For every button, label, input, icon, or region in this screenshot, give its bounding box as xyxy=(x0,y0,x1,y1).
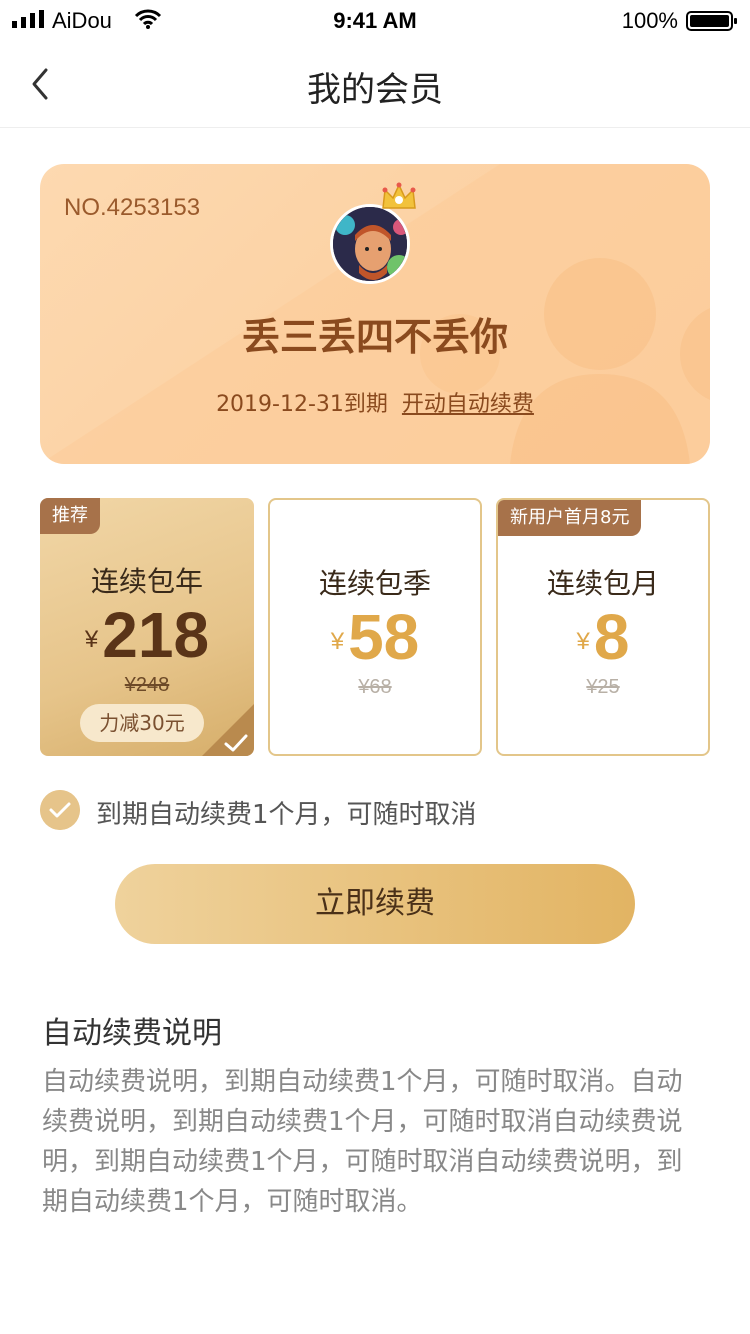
nav-bar: 我的会员 xyxy=(0,40,750,128)
member-name: 丢三丢四不丢你 xyxy=(241,315,508,359)
plan-name: 连续包月 xyxy=(546,567,659,600)
battery-icon xyxy=(686,11,737,31)
explain-title: 自动续费说明 xyxy=(42,1016,222,1051)
avatar[interactable] xyxy=(330,204,410,284)
price-amount: 218 xyxy=(102,599,210,671)
plan-price: ¥8 xyxy=(498,600,708,674)
plan-quarterly[interactable]: 连续包季 ¥58 ¥68 xyxy=(268,498,482,756)
auto-renew-label: 到期自动续费1个月，可随时取消 xyxy=(96,800,477,830)
selected-check-icon xyxy=(202,704,254,756)
discount-tag: 力减30元 xyxy=(80,704,204,742)
wifi-icon xyxy=(134,9,162,29)
expire-row: 2019-12-31到期 开动自动续费 xyxy=(40,386,710,418)
plan-price: ¥58 xyxy=(270,600,480,674)
auto-renew-link[interactable]: 开动自动续费 xyxy=(402,392,534,417)
member-number: NO.4253153 xyxy=(64,194,201,221)
chevron-left-icon[interactable] xyxy=(22,62,62,106)
signal-icon xyxy=(12,10,44,28)
plan-yearly[interactable]: 推荐 连续包年 ¥218 ¥248 力减30元 xyxy=(40,498,254,756)
original-price: ¥68 xyxy=(358,676,392,698)
status-bar: AiDou 9:41 AM 100% xyxy=(0,0,750,40)
plan-name: 连续包季 xyxy=(318,567,431,600)
currency-symbol: ¥ xyxy=(576,628,590,655)
renew-now-button[interactable]: 立即续费 xyxy=(115,864,635,944)
price-amount: 8 xyxy=(593,601,630,673)
crown-icon xyxy=(382,182,416,209)
recommend-badge: 推荐 xyxy=(40,498,100,534)
battery-percent: 100% xyxy=(621,8,678,33)
expire-date: 2019-12-31到期 xyxy=(216,392,388,417)
explain-body: 自动续费说明，到期自动续费1个月，可随时取消。自动续费说明，到期自动续费1个月，… xyxy=(42,1067,683,1217)
member-card: NO.4253153 丢三丢四不丢你 2019-12-31到期 开动自动续费 xyxy=(40,164,710,464)
plan-monthly[interactable]: 新用户首月8元 连续包月 ¥8 ¥25 xyxy=(496,498,710,756)
checkbox-checked-icon[interactable] xyxy=(40,790,80,830)
currency-symbol: ¥ xyxy=(84,626,99,653)
plan-name: 连续包年 xyxy=(90,565,203,598)
original-price: ¥25 xyxy=(586,676,620,698)
plan-price: ¥218 xyxy=(40,598,254,672)
price-amount: 58 xyxy=(348,601,420,673)
page-title: 我的会员 xyxy=(307,70,443,110)
original-price: ¥248 xyxy=(124,674,170,696)
currency-symbol: ¥ xyxy=(330,628,345,655)
new-user-badge: 新用户首月8元 xyxy=(498,500,642,536)
carrier-name: AiDou xyxy=(52,8,112,33)
